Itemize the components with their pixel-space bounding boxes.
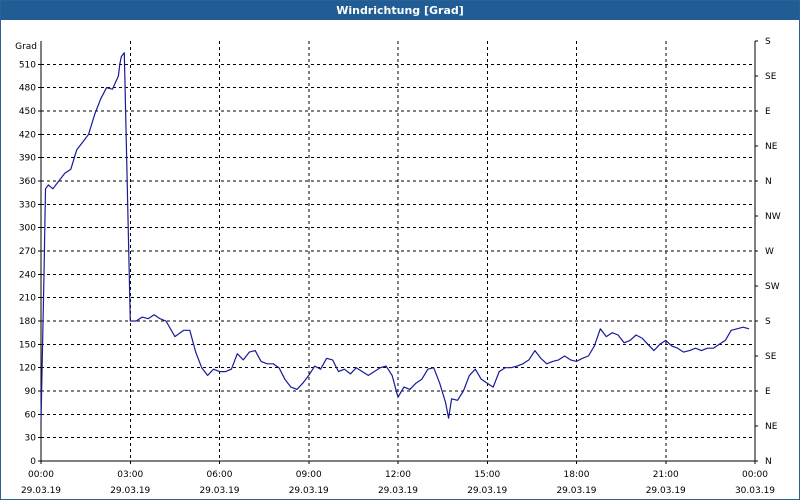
x-tick-date-label: 29.03.19 [289, 486, 329, 496]
y-tick-label: 480 [19, 84, 36, 94]
x-tick-time-label: 00:00 [742, 470, 768, 480]
y-tick-label: 270 [19, 247, 36, 257]
y-tick-label: 30 [25, 434, 37, 444]
y-tick-label: 210 [19, 294, 36, 304]
y-axis-title: Grad [15, 42, 37, 52]
y-tick-label: 150 [19, 340, 36, 350]
compass-tick-label: W [765, 247, 774, 257]
compass-tick-label: NE [765, 142, 778, 152]
y-tick-label: 240 [19, 270, 36, 280]
x-tick-date-label: 30.03.19 [735, 486, 775, 496]
x-tick-time-label: 00:00 [28, 470, 54, 480]
compass-tick-label: N [765, 457, 772, 467]
y-tick-label: 90 [25, 387, 37, 397]
compass-tick-label: N [765, 177, 772, 187]
x-tick-time-label: 09:00 [296, 470, 322, 480]
compass-tick-label: S [765, 317, 771, 327]
x-tick-time-label: 21:00 [653, 470, 679, 480]
x-tick-date-label: 29.03.19 [378, 486, 418, 496]
x-tick-time-label: 03:00 [117, 470, 143, 480]
y-tick-label: 180 [19, 317, 36, 327]
x-tick-date-label: 29.03.19 [556, 486, 596, 496]
y-tick-label: 330 [19, 200, 36, 210]
compass-tick-label: SE [765, 352, 777, 362]
wind-direction-line [40, 52, 750, 423]
y-tick-label: 0 [30, 457, 36, 467]
y-tick-label: 450 [19, 107, 36, 117]
y-tick-label: 360 [19, 177, 36, 187]
compass-tick-label: S [765, 37, 771, 47]
compass-tick-label: SE [765, 72, 777, 82]
x-tick-time-label: 12:00 [385, 470, 411, 480]
x-tick-time-label: 18:00 [564, 470, 590, 480]
x-tick-date-label: 29.03.19 [467, 486, 507, 496]
y-tick-label: 300 [19, 224, 36, 234]
grid [41, 41, 755, 461]
x-tick-time-label: 06:00 [207, 470, 233, 480]
compass-tick-label: E [765, 107, 771, 117]
compass-tick-label: SW [765, 282, 780, 292]
x-tick-date-label: 29.03.19 [646, 486, 686, 496]
y-tick-label: 120 [19, 364, 36, 374]
x-tick-date-label: 29.03.19 [21, 486, 61, 496]
x-tick-date-label: 29.03.19 [199, 486, 239, 496]
compass-tick-label: E [765, 387, 771, 397]
line-chart: 0 30 60 90 120 150 180 210 240 270 300 330 360 390 420… [15, 37, 781, 496]
chart-window: Windrichtung [Grad] 0 30 60 90 120 150 180 210 2… [0, 0, 800, 500]
y-tick-label: 420 [19, 130, 36, 140]
compass-tick-label: NE [765, 422, 778, 432]
y-tick-label: 390 [19, 154, 36, 164]
y-tick-label: 60 [25, 410, 37, 420]
compass-tick-label: NW [765, 212, 781, 222]
y-tick-label: 510 [19, 60, 36, 70]
x-tick-date-label: 29.03.19 [110, 486, 150, 496]
x-tick-time-label: 15:00 [474, 470, 500, 480]
series-layer [40, 52, 750, 423]
